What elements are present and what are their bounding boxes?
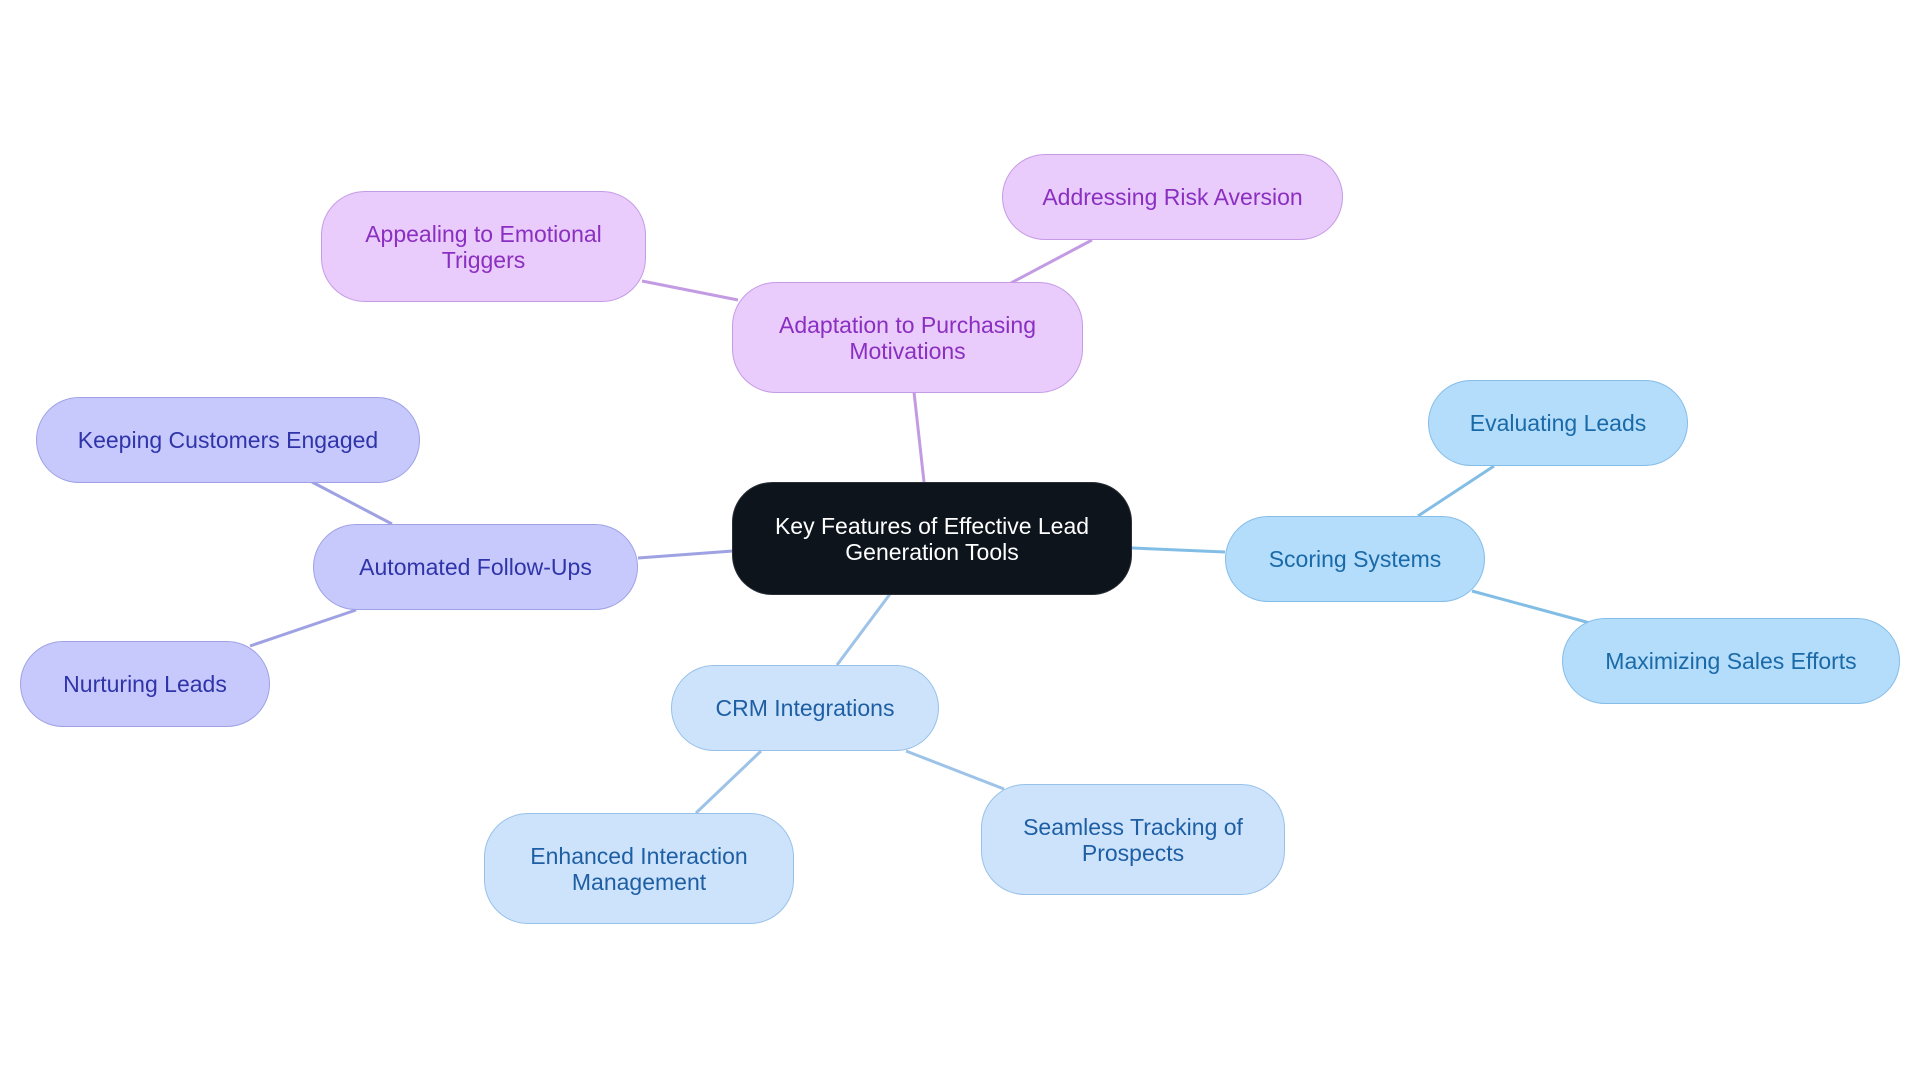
node-maximizing[interactable]: Maximizing Sales Efforts — [1562, 618, 1900, 704]
node-keeping[interactable]: Keeping Customers Engaged — [36, 397, 420, 483]
edge-scoring-maximizing — [1471, 589, 1591, 625]
node-automated[interactable]: Automated Follow-Ups — [313, 524, 638, 610]
node-keeping-label: Keeping Customers Engaged — [77, 427, 379, 453]
node-scoring[interactable]: Scoring Systems — [1225, 516, 1485, 602]
edge-adaptation-appealing — [641, 279, 739, 302]
node-appealing[interactable]: Appealing to Emotional Triggers — [321, 191, 646, 302]
node-nurturing-label: Nurturing Leads — [63, 671, 227, 697]
edge-root-crm — [835, 593, 892, 666]
node-seamless[interactable]: Seamless Tracking of Prospects — [981, 784, 1285, 895]
node-automated-label: Automated Follow-Ups — [359, 554, 592, 580]
root-node[interactable]: Key Features of Effective Lead Generatio… — [732, 482, 1132, 595]
node-appealing-label: Appealing to Emotional Triggers — [365, 220, 602, 273]
node-evaluating[interactable]: Evaluating Leads — [1428, 380, 1688, 466]
edge-crm-seamless — [905, 749, 1005, 791]
edge-automated-nurturing — [249, 608, 357, 648]
node-addressing-label: Addressing Risk Aversion — [1042, 184, 1303, 210]
node-maximizing-label: Maximizing Sales Efforts — [1605, 648, 1857, 674]
edge-adaptation-addressing — [1010, 238, 1093, 285]
edge-root-scoring — [1131, 546, 1226, 554]
node-nurturing[interactable]: Nurturing Leads — [20, 641, 270, 727]
node-crm[interactable]: CRM Integrations — [671, 665, 939, 751]
edge-root-adaptation — [912, 391, 926, 483]
edge-root-automated — [637, 549, 734, 560]
edge-crm-enhanced — [694, 749, 763, 815]
node-adaptation[interactable]: Adaptation to Purchasing Motivations — [732, 282, 1083, 393]
node-addressing[interactable]: Addressing Risk Aversion — [1002, 154, 1343, 240]
edge-scoring-evaluating — [1417, 464, 1495, 518]
root-node-label: Key Features of Effective Lead Generatio… — [774, 512, 1090, 565]
edge-automated-keeping — [311, 480, 393, 526]
node-evaluating-label: Evaluating Leads — [1469, 410, 1647, 436]
node-adaptation-label: Adaptation to Purchasing Motivations — [778, 311, 1036, 364]
node-crm-label: CRM Integrations — [715, 695, 895, 721]
node-seamless-label: Seamless Tracking of Prospects — [1023, 813, 1243, 866]
node-scoring-label: Scoring Systems — [1268, 546, 1442, 572]
node-enhanced-label: Enhanced Interaction Management — [530, 842, 748, 895]
node-enhanced[interactable]: Enhanced Interaction Management — [484, 813, 794, 924]
